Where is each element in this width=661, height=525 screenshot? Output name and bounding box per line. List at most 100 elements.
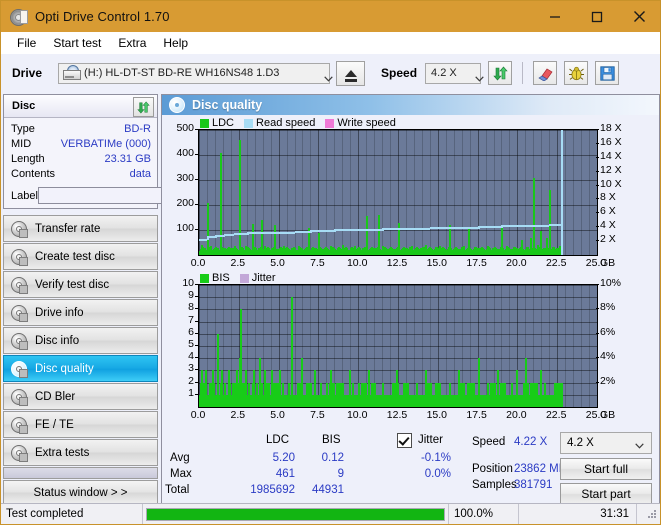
sidebar-item-disc-info[interactable]: Disc info: [3, 327, 158, 354]
disc-icon: [11, 220, 28, 238]
result-samples-value: 381791: [514, 479, 553, 491]
test-speed-select[interactable]: 4.2 X: [560, 432, 652, 454]
disc-icon: [11, 360, 28, 378]
disc-icon: [11, 332, 28, 350]
legend-swatch: [325, 118, 335, 128]
y-axis-tick: 6: [188, 325, 194, 338]
sidebar-item-extra-tests[interactable]: Extra tests: [3, 439, 158, 466]
legend-swatch: [244, 118, 254, 128]
sidebar-nav: Transfer rate Create test disc Verify te…: [3, 215, 158, 505]
sidebar-item-label: Disc info: [35, 334, 80, 347]
menu-help[interactable]: Help: [155, 34, 197, 52]
sidebar-item-create-test-disc[interactable]: Create test disc: [3, 243, 158, 270]
drive-select[interactable]: (H:) HL-DT-ST BD-RE WH16NS48 1.D3: [58, 62, 333, 84]
y-axis-tick: 2: [188, 374, 194, 387]
legend-item: LDC: [200, 117, 234, 129]
close-button[interactable]: [618, 1, 660, 32]
disc-info-panel: Disc Type BD-R MID VERBATIMe (000) Lengt…: [3, 94, 208, 209]
disc-label-key: Label: [11, 189, 38, 202]
sidebar-item-label: Extra tests: [35, 446, 90, 459]
x-axis-tick: 12.5: [386, 409, 408, 421]
x-axis-tick: 7.5: [310, 409, 325, 421]
menu-extra[interactable]: Extra: [110, 34, 155, 52]
resize-grip[interactable]: [637, 504, 660, 524]
legend-swatch: [200, 118, 209, 128]
legend-swatch: [239, 273, 249, 283]
x-axis-tick: 5.0: [270, 257, 285, 269]
refresh-button[interactable]: [488, 61, 513, 85]
maximize-button[interactable]: [576, 1, 618, 32]
y2-axis-tick: 10 X: [600, 177, 622, 190]
stats-row-total-key: Total: [165, 484, 190, 496]
y2-axis-tick: 18 X: [600, 122, 622, 134]
jitter-checkbox[interactable]: [397, 433, 412, 448]
y-axis-tick: 4: [188, 350, 194, 363]
save-icon: [599, 65, 615, 81]
disc-row-contents-value: data: [129, 168, 151, 180]
disc-row-mid-key: MID: [11, 138, 32, 150]
legend-item: Read speed: [244, 117, 315, 129]
disc-row-mid-value: VERBATIMe (000): [60, 138, 151, 150]
y-axis-tick: 8: [188, 301, 194, 314]
chevron-down-icon: [635, 440, 644, 452]
chart-legend: LDC Read speed Write speed: [198, 117, 404, 129]
status-bar: Test completed 100.0% 31:31: [1, 503, 660, 524]
y-axis-tick: 1: [188, 386, 194, 399]
menu-bar: File Start test Extra Help: [1, 32, 660, 54]
disc-icon: [11, 248, 28, 266]
sidebar-item-disc-quality[interactable]: Disc quality: [3, 355, 158, 382]
sidebar-item-fe-te[interactable]: FE / TE: [3, 411, 158, 438]
disc-refresh-button[interactable]: [133, 97, 154, 117]
y2-axis-tick: 2 X: [600, 233, 616, 246]
y2-axis-tick: 14 X: [600, 149, 622, 162]
sidebar-item-label: Drive info: [35, 306, 84, 319]
minimize-button[interactable]: [534, 1, 576, 32]
y2-axis-tick: 4%: [600, 350, 616, 363]
stats-total-bis: 44931: [312, 484, 344, 496]
x-axis-tick: 2.5: [230, 257, 246, 269]
disc-panel-title: Disc: [12, 100, 36, 112]
y2-axis-tick: 12 X: [600, 163, 622, 176]
disc-row-type: Type BD-R: [11, 122, 151, 137]
legend-label: Jitter: [251, 272, 276, 284]
bug-button[interactable]: [564, 61, 589, 85]
disc-row-type-value: BD-R: [124, 123, 151, 135]
app-window: Opti Drive Control 1.70 File Start test …: [0, 0, 661, 525]
speed-select[interactable]: 4.2 X: [425, 62, 484, 84]
y2-axis-tick: 2%: [600, 374, 616, 387]
x-axis-tick: 2.5: [230, 409, 246, 421]
x-axis-tick: 10.0: [346, 257, 368, 269]
x-axis-tick: 12.5: [386, 257, 408, 269]
result-samples-key: Samples: [472, 479, 517, 491]
save-button[interactable]: [595, 61, 620, 85]
sidebar-item-cd-bler[interactable]: CD Bler: [3, 383, 158, 410]
erase-button[interactable]: [533, 61, 558, 85]
y2-axis-tick: 8 X: [600, 191, 616, 204]
refresh-icon: [492, 66, 508, 80]
disc-icon: [11, 276, 28, 294]
x-axis-tick: 7.5: [310, 257, 325, 269]
x-axis-tick: 0.0: [190, 409, 206, 421]
menu-file[interactable]: File: [9, 34, 45, 52]
stats-row-avg-key: Avg: [170, 452, 190, 464]
disc-row-length: Length 23.31 GB: [11, 152, 151, 167]
content-panel: Disc quality LDC Read speed Write speed 500…: [161, 94, 660, 506]
disc-icon: [11, 304, 28, 322]
disc-row-type-key: Type: [11, 123, 35, 135]
start-part-button[interactable]: Start part: [560, 483, 652, 505]
x-axis-tick: 15.0: [426, 409, 448, 421]
progress-bar: [143, 504, 449, 524]
menu-start-test[interactable]: Start test: [45, 34, 110, 52]
status-window-button[interactable]: Status window > >: [3, 480, 158, 505]
stats-col-bis: BIS: [322, 434, 341, 446]
sidebar-item-drive-info[interactable]: Drive info: [3, 299, 158, 326]
eject-button[interactable]: [336, 60, 366, 86]
drive-select-value: (H:) HL-DT-ST BD-RE WH16NS48 1.D3: [84, 67, 280, 79]
sidebar-item-transfer-rate[interactable]: Transfer rate: [3, 215, 158, 242]
y-axis-tick: 10: [182, 277, 194, 289]
sidebar-item-label: Create test disc: [35, 250, 115, 263]
x-axis-tick: 22.5: [545, 409, 567, 421]
x-axis-tick: 17.5: [466, 257, 487, 269]
sidebar-item-verify-test-disc[interactable]: Verify test disc: [3, 271, 158, 298]
start-full-button[interactable]: Start full: [560, 458, 652, 480]
